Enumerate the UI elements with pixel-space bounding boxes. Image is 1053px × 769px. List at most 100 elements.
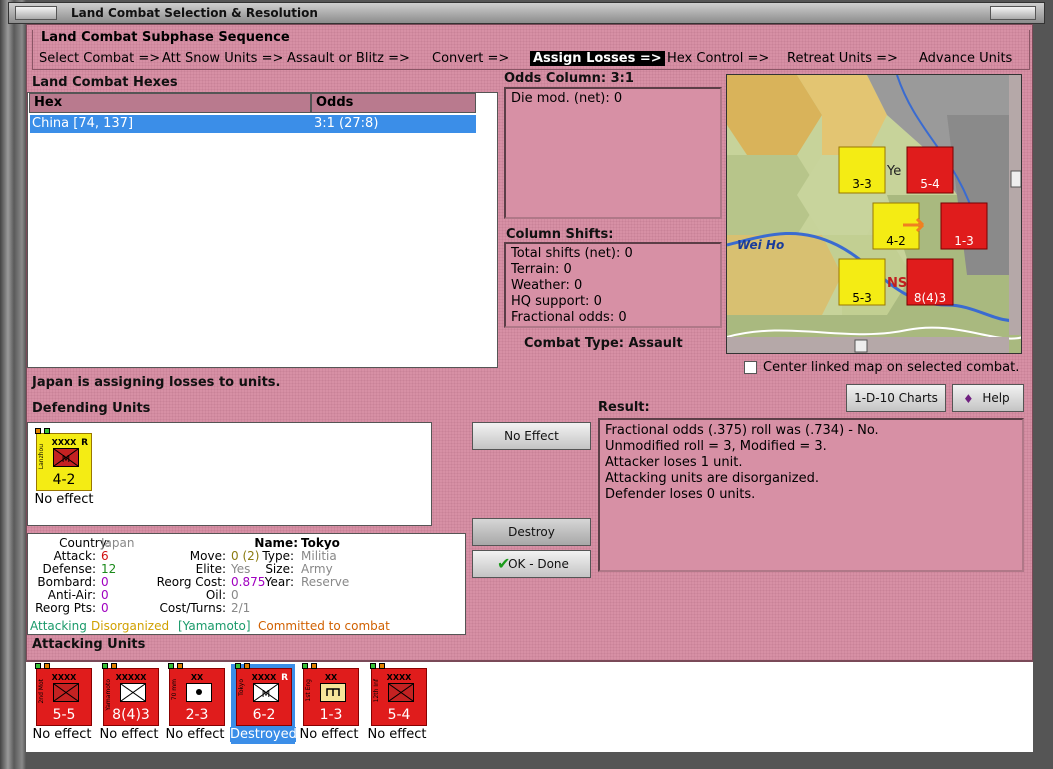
cell-odds: 3:1 (27:8): [314, 116, 379, 131]
shift-terrain: Terrain: 0: [511, 262, 572, 277]
destroy-button[interactable]: Destroy: [472, 518, 591, 546]
column-header-hex[interactable]: Hex: [29, 93, 311, 113]
step-retreat-units: Retreat Units =>: [787, 51, 898, 66]
attacker-counter[interactable]: XXXXX Yamamoto 8(4)3: [102, 663, 159, 726]
charts-button[interactable]: 1-D-10 Charts: [846, 384, 946, 412]
center-map-label: Center linked map on selected combat.: [763, 360, 1020, 375]
attacker-counter[interactable]: XXXX 2nd Mot 5-5: [35, 663, 92, 726]
svg-text:M: M: [262, 689, 271, 700]
shift-weather: Weather: 0: [511, 278, 583, 293]
shift-hq-support: HQ support: 0: [511, 294, 602, 309]
result-line: Attacker loses 1 unit.: [605, 455, 743, 470]
attacker-counter[interactable]: XXXX 12th Inf 5-4: [370, 663, 427, 726]
info-reorg-pts: 0: [101, 601, 109, 615]
cell-hex: China [74, 137]: [32, 116, 134, 131]
infantry-symbol-icon: [388, 683, 414, 702]
info-key: Cost/Turns:: [159, 601, 226, 615]
column-header-odds[interactable]: Odds: [311, 93, 476, 113]
map-counter-strength: 5-3: [852, 291, 872, 305]
unit-name: 1st Eng: [305, 679, 312, 702]
checkmark-icon: ✔: [497, 554, 511, 573]
attacker-counter[interactable]: XX 1st Eng 1-3: [302, 663, 359, 726]
help-book-icon: ♦: [963, 392, 974, 406]
map-counter-strength: 5-4: [920, 177, 940, 191]
column-shifts-box: Total shifts (net): 0 Terrain: 0 Weather…: [504, 242, 722, 328]
shift-fractional: Fractional odds: 0: [511, 310, 627, 325]
step-hex-control: Hex Control =>: [667, 51, 770, 66]
shift-total: Total shifts (net): 0: [511, 246, 633, 261]
info-cost-turns: 2/1: [231, 601, 251, 615]
info-key: Reorg Pts:: [35, 601, 96, 615]
center-map-checkbox[interactable]: [744, 361, 757, 374]
result-box: Fractional odds (.375) roll was (.734) -…: [598, 418, 1024, 572]
map-label-ns: NS: [887, 276, 907, 291]
step-advance-units: Advance Units: [919, 51, 1013, 66]
odds-box: Die mod. (net): 0: [504, 87, 722, 219]
ok-done-button[interactable]: ✔ OK - Done: [472, 550, 591, 578]
attacker-effect: Destroyed: [230, 727, 297, 742]
window-menu-icon[interactable]: [15, 6, 57, 20]
attacking-units-label: Attacking Units: [32, 637, 146, 652]
linked-map[interactable]: Wei Ho Ye NS 3-3 5-4 4-2 1-3 5-3 8(4)3: [726, 74, 1022, 354]
tag-disorganized: Disorganized: [91, 619, 170, 633]
unit-name: Yamamoto: [105, 679, 112, 711]
step-assault-or-blitz: Assault or Blitz =>: [287, 51, 410, 66]
defender-effect: No effect: [34, 492, 94, 507]
attacker-counter-selected[interactable]: XXXX R Tokyo M 6-2: [235, 663, 292, 726]
unit-name: Tokyo: [238, 679, 245, 696]
window-controls[interactable]: [990, 6, 1036, 20]
attacker-effect: No effect: [299, 727, 359, 742]
table-row[interactable]: China [74, 137] 3:1 (27:8): [30, 115, 476, 133]
help-label: Help: [982, 391, 1010, 405]
result-line: Unmodified roll = 3, Modified = 3.: [605, 439, 827, 454]
step-att-snow-units: Att Snow Units =>: [162, 51, 284, 66]
step-assign-losses: Assign Losses =>: [530, 51, 665, 66]
unit-strength: 1-3: [319, 707, 343, 723]
defending-units-panel: XXXX R Lanzhou M 4-2 No effect: [27, 422, 432, 526]
map-terrain: Wei Ho Ye NS 3-3 5-4 4-2 1-3 5-3 8(4)3: [727, 75, 1021, 353]
map-label-ye: Ye: [886, 164, 901, 179]
unit-info-panel: Country: Japan Attack: 6 Defense: 12 Bom…: [27, 533, 466, 635]
militia-symbol-icon: M: [253, 683, 279, 702]
status-text: Japan is assigning losses to units.: [32, 375, 281, 390]
land-combat-hexes-label: Land Combat Hexes: [32, 75, 178, 90]
defending-units-label: Defending Units: [32, 401, 151, 416]
step-convert: Convert =>: [432, 51, 510, 66]
unit-name: 12th Inf: [373, 679, 380, 703]
result-line: Attacking units are disorganized.: [605, 471, 819, 486]
map-counter-strength: 3-3: [852, 177, 872, 191]
ok-done-label: OK - Done: [508, 557, 569, 571]
attacker-effect: No effect: [99, 727, 159, 742]
engineer-symbol-icon: [320, 683, 346, 702]
militia-symbol-icon: M: [53, 448, 79, 467]
subphase-sequence: Land Combat Subphase Sequence Select Com…: [32, 30, 1030, 70]
result-line: Defender loses 0 units.: [605, 487, 756, 502]
svg-text:M: M: [62, 454, 71, 465]
infantry-symbol-icon: [120, 683, 146, 702]
result-label: Result:: [598, 400, 650, 415]
map-counter-strength: 1-3: [954, 234, 974, 248]
unit-name: 70 mm: [171, 679, 178, 701]
attacker-effect: No effect: [32, 727, 92, 742]
attacker-effect: No effect: [367, 727, 427, 742]
unit-strength: 8(4)3: [112, 707, 150, 723]
info-year: Reserve: [301, 575, 350, 589]
map-counter-strength: 8(4)3: [914, 291, 946, 305]
defender-counter[interactable]: XXXX R Lanzhou M 4-2: [35, 428, 92, 491]
tag-committed: Committed to combat: [258, 619, 390, 633]
unit-strength: 2-3: [185, 707, 209, 723]
tag-attacking: Attacking: [30, 619, 87, 633]
unit-strength: 6-2: [252, 707, 276, 723]
unit-strength: 5-4: [387, 707, 411, 723]
no-effect-button[interactable]: No Effect: [472, 422, 591, 450]
help-button[interactable]: ♦ Help: [952, 384, 1024, 412]
info-key: Year:: [264, 575, 294, 589]
map-counter-strength: 4-2: [886, 234, 906, 248]
reserve-flag: R: [281, 673, 288, 683]
window-title: Land Combat Selection & Resolution: [71, 6, 318, 20]
title-bar: Land Combat Selection & Resolution: [8, 2, 1045, 24]
unit-strength: 4-2: [52, 472, 76, 488]
attacker-counter[interactable]: XX 70 mm 2-3: [168, 663, 225, 726]
odds-column-label: Odds Column: 3:1: [504, 71, 634, 86]
unit-strength: 5-5: [52, 707, 76, 723]
